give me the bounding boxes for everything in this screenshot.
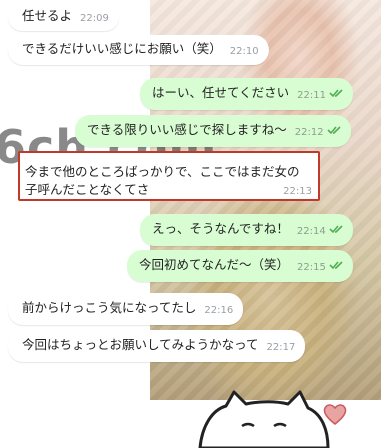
highlighted-message: 今まで他のところばっかりで、ここではまだ女の 子呼んだことなくてさ 22:13: [18, 151, 320, 201]
message-time: 22:11: [297, 90, 326, 101]
message-text: 前からけっこう気になってたし: [22, 300, 197, 315]
message-time: 22:14: [296, 226, 326, 237]
message-outgoing: 今回初めてなんだ〜（笑） 22:15: [127, 250, 353, 282]
message-text: 任せるよ: [22, 8, 73, 23]
message-time: 22:09: [80, 13, 109, 24]
message-incoming: 前からけっこう気になってたし 22:16: [8, 293, 244, 325]
message-text: 今回初めてなんだ〜（笑）: [139, 257, 290, 272]
message-time: 22:15: [297, 262, 326, 273]
double-check-icon: [327, 126, 341, 135]
message-text: はーい、任せてください: [152, 85, 290, 100]
message-outgoing: えっ、そうなんですね！ 22:14: [140, 214, 353, 246]
message-time: 22:16: [204, 305, 234, 316]
message-text-line-2: 子呼んだことなくてさ: [25, 182, 150, 197]
cat-illustration-icon: [198, 390, 330, 448]
message-text: 今回はちょっとお願いしてみようかなって: [22, 337, 259, 352]
double-check-icon: [329, 225, 343, 234]
message-time: 22:17: [266, 342, 296, 353]
message-text: できるだけいい感じにお願い（笑）: [22, 41, 222, 56]
message-incoming: できるだけいい感じにお願い（笑） 22:10: [8, 35, 269, 65]
heart-icon: [323, 404, 347, 425]
message-outgoing: はーい、任せてください 22:11: [140, 78, 353, 110]
message-incoming: 任せるよ 22:09: [8, 3, 119, 31]
message-time: 22:10: [229, 46, 259, 57]
double-check-icon: [329, 261, 343, 270]
message-text: できる限りいい感じで探しますね〜: [87, 122, 287, 137]
message-incoming: 今回はちょっとお願いしてみようかなって 22:17: [8, 330, 306, 362]
message-text-line-1: 今まで他のところばっかりで、ここではまだ女の: [25, 164, 300, 179]
message-time: 22:12: [294, 127, 324, 138]
message-text: えっ、そうなんですね！: [152, 221, 289, 236]
message-time: 22:13: [283, 186, 312, 197]
double-check-icon: [329, 89, 343, 98]
message-outgoing: できる限りいい感じで探しますね〜 22:12: [75, 115, 351, 147]
